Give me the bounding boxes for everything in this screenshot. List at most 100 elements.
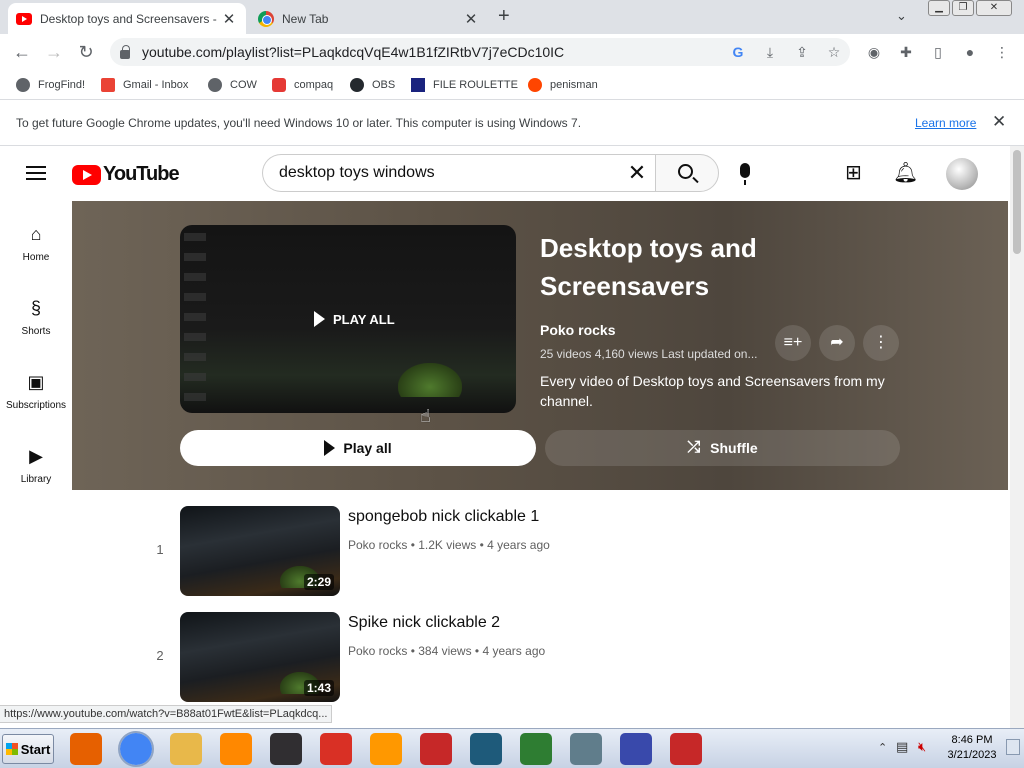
system-clock[interactable]: 8:46 PM 3/21/2023 bbox=[940, 733, 1004, 763]
sidebar-item-shorts[interactable]: § Shorts bbox=[0, 298, 72, 337]
reload-icon[interactable]: ↻ bbox=[74, 40, 98, 64]
tab-search-chevron-icon[interactable]: ⌄ bbox=[896, 8, 907, 24]
bookmark-obs[interactable]: OBS bbox=[350, 76, 395, 94]
file-roulette-icon bbox=[411, 78, 425, 92]
taskbar-app-dev-cpp-icon[interactable] bbox=[420, 733, 452, 765]
youtube-favicon-icon bbox=[16, 12, 32, 25]
maximize-button[interactable]: ❐ bbox=[952, 0, 974, 16]
taskbar-app-app-blue-icon[interactable] bbox=[470, 733, 502, 765]
network-icon[interactable]: ▤ bbox=[896, 739, 908, 755]
video-title[interactable]: spongebob nick clickable 1 bbox=[348, 508, 539, 526]
bookmark-cow[interactable]: COW bbox=[208, 76, 257, 94]
google-lens-icon[interactable]: G bbox=[729, 43, 747, 61]
tray-expand-icon[interactable]: ⌃ bbox=[878, 741, 887, 754]
desktop-icons-image bbox=[184, 233, 206, 403]
playlist-description: Every video of Desktop toys and Screensa… bbox=[540, 373, 885, 409]
search-button[interactable] bbox=[655, 154, 719, 192]
scrollbar-thumb[interactable] bbox=[1013, 150, 1021, 254]
volume-muted-icon[interactable]: 🔇︎ bbox=[918, 739, 926, 755]
status-url-bubble: https://www.youtube.com/watch?v=B88at01F… bbox=[0, 705, 333, 723]
play-all-overlay-label: PLAY ALL bbox=[333, 311, 395, 327]
tent-image bbox=[398, 363, 462, 397]
bookmark-star-icon[interactable]: ☆ bbox=[825, 43, 843, 61]
taskbar-app-gmail-icon[interactable] bbox=[320, 733, 352, 765]
sidebar-item-subscriptions[interactable]: ▣ Subscriptions bbox=[0, 372, 72, 411]
tab-close-icon[interactable]: ✕ bbox=[462, 10, 480, 28]
list-item[interactable]: 1 2:29 spongebob nick clickable 1 Poko r… bbox=[150, 506, 850, 598]
tab-youtube[interactable]: Desktop toys and Screensavers - Yo ✕ bbox=[8, 3, 246, 34]
play-icon bbox=[324, 440, 336, 456]
puzzle-extensions-icon[interactable]: ✚ bbox=[897, 43, 915, 61]
infobar-close-icon[interactable]: ✕ bbox=[992, 112, 1006, 132]
taskbar-app-infinity-app-icon[interactable] bbox=[620, 733, 652, 765]
microphone-icon[interactable] bbox=[740, 163, 750, 185]
globe-icon bbox=[16, 78, 30, 92]
taskbar-app-firefox-icon[interactable] bbox=[70, 733, 102, 765]
more-actions-icon[interactable]: ⋮ bbox=[863, 325, 899, 361]
play-all-button[interactable]: Play all bbox=[180, 430, 536, 466]
playlist-meta: 25 videos 4,160 views Last updated on... bbox=[540, 347, 758, 361]
list-item[interactable]: 2 1:43 Spike nick clickable 2 Poko rocks… bbox=[150, 612, 850, 704]
bookmark-compaq[interactable]: compaq bbox=[272, 76, 333, 94]
start-button[interactable]: Start bbox=[2, 734, 54, 764]
tab-close-icon[interactable]: ✕ bbox=[220, 10, 238, 28]
playlist-owner[interactable]: Poko rocks bbox=[540, 322, 615, 338]
video-thumbnail[interactable]: 1:43 bbox=[180, 612, 340, 702]
bookmark-file-roulette[interactable]: FILE ROULETTE bbox=[411, 76, 518, 94]
sidebar-item-label: Home bbox=[22, 252, 50, 263]
share-arrow-icon[interactable]: ➦ bbox=[819, 325, 855, 361]
search-input[interactable]: desktop toys windows bbox=[262, 154, 656, 192]
taskbar-app-vlc-icon[interactable] bbox=[220, 733, 252, 765]
hamburger-menu-icon[interactable] bbox=[26, 166, 46, 180]
taskbar-app-audio-app-icon[interactable] bbox=[520, 733, 552, 765]
video-thumbnail[interactable]: 2:29 bbox=[180, 506, 340, 596]
playlist-thumbnail[interactable]: PLAY ALL bbox=[180, 225, 516, 413]
video-title[interactable]: Spike nick clickable 2 bbox=[348, 614, 500, 632]
page-scrollbar[interactable] bbox=[1010, 146, 1024, 728]
learn-more-link[interactable]: Learn more bbox=[915, 116, 976, 130]
bookmark-label: COW bbox=[230, 79, 257, 91]
new-tab-button[interactable]: + bbox=[498, 5, 510, 28]
taskbar-app-obs-icon[interactable] bbox=[270, 733, 302, 765]
share-icon[interactable]: ⇪ bbox=[793, 43, 811, 61]
bookmark-gmail[interactable]: Gmail - Inbox bbox=[101, 76, 188, 94]
play-all-overlay[interactable]: PLAY ALL bbox=[314, 311, 395, 327]
profile-icon[interactable]: ● bbox=[961, 43, 979, 61]
bookmark-label: compaq bbox=[294, 79, 334, 91]
sidebar-item-library[interactable]: ▶︎ Library bbox=[0, 446, 72, 485]
compaq-icon bbox=[272, 78, 286, 92]
home-icon: ⌂ bbox=[30, 224, 42, 244]
shuffle-button[interactable]: ⤮ Shuffle bbox=[545, 430, 900, 466]
sidebar-item-home[interactable]: ⌂ Home bbox=[0, 224, 72, 263]
search-clear-icon[interactable]: ✕ bbox=[622, 160, 652, 186]
save-playlist-icon[interactable]: ≡+ bbox=[775, 325, 811, 361]
show-desktop-button[interactable] bbox=[1006, 739, 1020, 755]
tab-new-tab[interactable]: New Tab ✕ bbox=[250, 3, 488, 34]
avatar[interactable] bbox=[946, 158, 978, 190]
youtube-play-logo-icon bbox=[72, 164, 101, 185]
install-icon[interactable]: ⤓ bbox=[761, 43, 779, 61]
reddit-icon bbox=[528, 78, 542, 92]
menu-kebab-icon[interactable]: ⋮ bbox=[993, 43, 1011, 61]
taskbar-app-notepad-app-icon[interactable] bbox=[570, 733, 602, 765]
minimize-button[interactable]: ▁ bbox=[928, 0, 950, 16]
taskbar-app-search-app-icon[interactable] bbox=[370, 733, 402, 765]
bookmark-frogfind[interactable]: FrogFind! bbox=[16, 76, 85, 94]
youtube-logo[interactable]: YouTube bbox=[72, 163, 180, 186]
windows-logo-icon bbox=[5, 743, 18, 755]
extension-icon[interactable]: ◉ bbox=[865, 43, 883, 61]
notifications-bell-icon[interactable]: 🔔︎ bbox=[893, 160, 918, 185]
back-arrow-icon[interactable]: ← bbox=[10, 40, 34, 64]
bookmark-label: OBS bbox=[372, 79, 396, 91]
taskbar-app-file-explorer-icon[interactable] bbox=[170, 733, 202, 765]
side-panel-icon[interactable]: ▯ bbox=[929, 43, 947, 61]
taskbar-app-red-app-icon[interactable] bbox=[670, 733, 702, 765]
create-video-icon[interactable]: ⊞ bbox=[845, 160, 862, 185]
close-window-button[interactable]: ✕ bbox=[976, 0, 1012, 16]
taskbar-app-chrome-icon[interactable] bbox=[118, 731, 154, 767]
forward-arrow-icon[interactable]: → bbox=[42, 40, 66, 64]
shorts-icon: § bbox=[30, 298, 41, 318]
gmail-icon bbox=[101, 78, 115, 92]
bookmark-label: Gmail - Inbox bbox=[123, 79, 189, 91]
bookmark-penisman[interactable]: penisman bbox=[528, 76, 598, 94]
